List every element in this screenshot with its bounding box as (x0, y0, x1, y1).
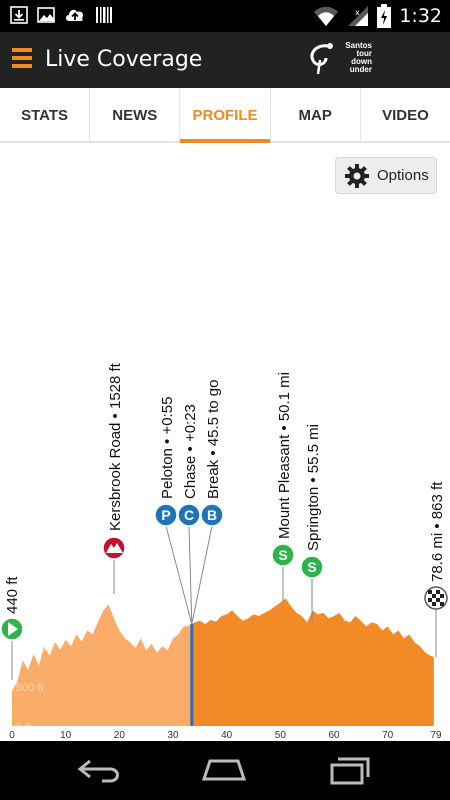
finish-label: 78.6 mi • 863 ft (429, 481, 446, 582)
tour-down-under-logo: Santos tour down under (306, 40, 372, 80)
back-icon[interactable] (76, 755, 124, 785)
logo-line-4: under (349, 65, 372, 74)
y-tick-label: 1000 ft (16, 642, 50, 654)
tab-stats[interactable]: STATS (0, 88, 91, 141)
y-tick-label: 500 ft (16, 682, 44, 694)
y-tick-label: 2000 ft (16, 563, 50, 575)
image-icon (37, 7, 55, 23)
x-tick-label: 50 (275, 730, 287, 741)
logo-swoosh-icon (310, 43, 333, 75)
hamburger-menu-icon[interactable] (12, 48, 32, 72)
wifi-icon (314, 6, 339, 26)
checker-cell (436, 598, 440, 602)
home-icon[interactable] (200, 755, 248, 785)
checker-cell (432, 594, 436, 598)
group-chase-leader-line (188, 525, 193, 624)
recents-icon[interactable] (326, 755, 374, 785)
tab-news[interactable]: NEWS (90, 88, 181, 141)
notification-icons (10, 6, 113, 24)
options-button[interactable]: Options (335, 157, 437, 194)
status-bar: x 1:32 (0, 0, 450, 32)
y-tick-label: 1500 ft (16, 602, 50, 614)
group-peloton-leader-line (165, 525, 193, 625)
peloton-badge-letter: P (161, 507, 170, 523)
page-title: Live Coverage (45, 47, 203, 72)
start-label: 440 ft (4, 576, 21, 614)
checker-cell (436, 590, 440, 594)
peloton-label: Peloton • +0:55 (159, 397, 176, 499)
cloud-upload-icon (66, 9, 84, 21)
checker-cell (440, 594, 444, 598)
checker-cell (428, 590, 432, 594)
chase-label: Chase • +0:23 (182, 404, 199, 499)
sprint-label-0: Mount Pleasant • 50.1 mi (276, 372, 293, 539)
svg-text:x: x (355, 8, 360, 17)
x-tick-label: 60 (328, 730, 340, 741)
checker-cell (440, 602, 444, 606)
elevation-profile-chart: 0 ft 500 ft 1000 ft 1500 ft 2000 ft 2500 ft 30… (0, 362, 448, 741)
x-tick-label: 79 (430, 730, 442, 741)
action-bar: Live Coverage Santos tour down under (0, 32, 450, 88)
break-badge-letter: B (207, 507, 217, 523)
group-break-leader-line (191, 525, 213, 625)
chase-badge-letter: C (184, 507, 194, 523)
x-tick-label: 40 (221, 730, 233, 741)
clock: 1:32 (399, 5, 442, 27)
remaining-area (191, 598, 434, 726)
y-tick-label: 2500 ft (16, 523, 50, 535)
break-label: Break • 45.5 to go (205, 380, 222, 500)
kom-label: Kersbrook Road • 1528 ft (107, 362, 124, 531)
sprint-label-1: Springton • 55.5 mi (305, 424, 322, 551)
battery-charging-icon (377, 4, 392, 28)
tab-profile[interactable]: PROFILE (180, 88, 271, 143)
checker-cell (432, 602, 436, 606)
system-nav-bar (0, 741, 450, 800)
sprint-badge-1-letter: S (307, 559, 316, 575)
sprint-badge-0-letter: S (278, 547, 287, 563)
x-tick-label: 0 (9, 730, 15, 741)
y-tick-label: 0 ft (16, 722, 31, 734)
tab-map[interactable]: MAP (271, 88, 361, 141)
download-icon (10, 6, 28, 24)
gear-icon (345, 163, 369, 188)
system-status: x 1:32 (313, 4, 442, 28)
tab-video[interactable]: VIDEO (361, 88, 450, 141)
y-tick-label: 3000 ft (16, 483, 50, 495)
completed-area (12, 604, 192, 726)
x-tick-label: 20 (114, 730, 126, 741)
x-tick-label: 70 (382, 730, 394, 741)
barcode-icon (96, 7, 112, 23)
tab-bar: STATS NEWS PROFILE MAP VIDEO (0, 88, 450, 143)
x-tick-label: 10 (60, 730, 72, 741)
signal-icon: x (348, 6, 369, 26)
options-button-label: Options (377, 167, 429, 184)
checker-cell (428, 598, 432, 602)
x-tick-label: 30 (167, 730, 179, 741)
